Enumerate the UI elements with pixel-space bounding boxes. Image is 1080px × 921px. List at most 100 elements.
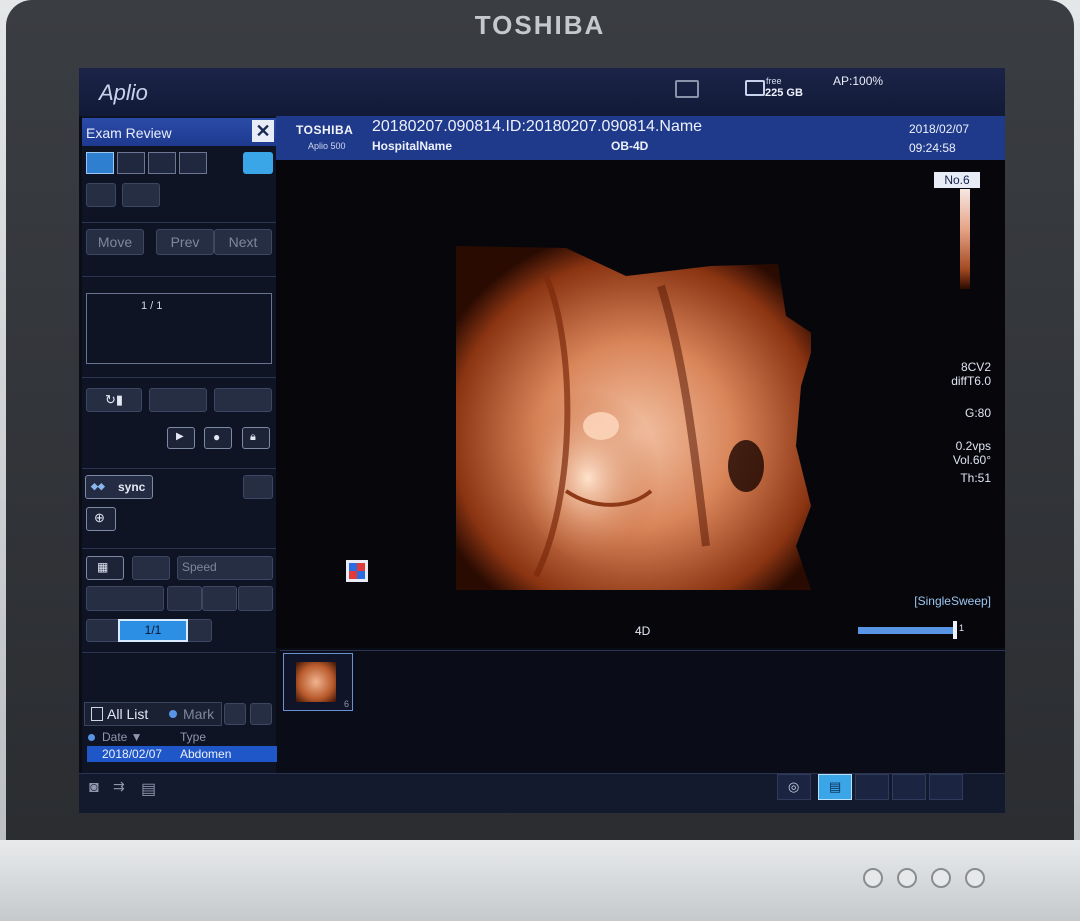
page-indicator: 1 / 1 (141, 300, 163, 312)
prev-button[interactable]: Prev (156, 229, 214, 255)
free-space-value: 225 GB (765, 87, 803, 99)
blank-button-4[interactable] (214, 388, 272, 412)
close-icon: ✕ (255, 121, 271, 141)
speed-button[interactable]: Speed (177, 556, 273, 580)
play-clip-button[interactable]: ▶ (167, 427, 195, 449)
blank-button-9[interactable] (202, 586, 237, 611)
list-scroll-up[interactable] (224, 703, 246, 725)
blank-button-1[interactable] (86, 183, 116, 207)
lock-button[interactable]: 🔒︎ (242, 427, 270, 449)
probe-type: 8CV2 (960, 360, 991, 374)
close-button[interactable]: ✕ (252, 120, 274, 142)
sync-label: sync (118, 480, 146, 494)
timer-icon: ◎ (788, 779, 800, 794)
thumbnail-strip: 6 (280, 650, 1005, 774)
mode-label: 4D (635, 624, 651, 638)
bottom-button-1[interactable]: ◎ (777, 774, 811, 800)
blank-button-10[interactable] (238, 586, 273, 611)
orientation-icon (346, 560, 368, 582)
blank-button-7[interactable] (86, 586, 164, 611)
sweep-mode: [SingleSweep] (914, 594, 991, 608)
rotate-icon: ↻▮ (104, 392, 124, 407)
table-row[interactable]: 2018/02/07 Abdomen (87, 746, 277, 762)
all-list-tab[interactable]: All List (107, 706, 148, 722)
move-button[interactable]: Move (86, 229, 144, 255)
blank-button-8[interactable] (167, 586, 202, 611)
next-button[interactable]: Next (214, 229, 272, 255)
screen: Aplio free 225 GB AP:100% Exam Review ✕ … (79, 68, 1005, 813)
mark-tab[interactable]: Mark (183, 706, 214, 722)
header-logo: TOSHIBA (296, 123, 354, 137)
bottom-button-3[interactable] (855, 774, 889, 800)
row-type: Abdomen (180, 747, 232, 761)
list-icon (91, 707, 103, 721)
cine-slider-end: 1 (959, 623, 965, 633)
thumbnail-index: 6 (343, 699, 349, 709)
layout-2x2-button[interactable] (148, 152, 176, 174)
layout-1x2-button[interactable] (117, 152, 145, 174)
camera-icon[interactable]: ◙ (89, 779, 99, 797)
film-button[interactable]: ▦ (86, 556, 124, 580)
film-icon: ▦ (97, 560, 109, 574)
exam-id: 20180207.090814.ID:20180207.090814.Name (372, 118, 703, 135)
blank-button-5[interactable] (243, 475, 273, 499)
layout-grid-button[interactable] (179, 152, 207, 174)
bottom-button-4[interactable] (892, 774, 926, 800)
lock-icon: 🔒︎ (250, 431, 256, 443)
exam-header: TOSHIBA Aplio 500 20180207.090814.ID:201… (276, 116, 1005, 160)
date-dot-icon (88, 734, 95, 741)
brand-logo: TOSHIBA (474, 10, 606, 40)
exam-mode: OB-4D (611, 139, 649, 153)
disk-icon (745, 80, 765, 96)
col-date[interactable]: Date ▼ (102, 730, 143, 744)
sync-button[interactable]: ◆◆ sync (85, 475, 153, 499)
thickness: Th:51 (960, 471, 991, 485)
ultrasound-4d-render (456, 246, 811, 590)
thumbnail[interactable]: 6 (283, 653, 353, 711)
hardware-button-3[interactable] (931, 868, 951, 888)
page-box: 1 / 1 (86, 293, 272, 364)
cine-slider-thumb[interactable] (953, 621, 957, 639)
col-type[interactable]: Type (180, 730, 206, 744)
bottom-button-5[interactable] (929, 774, 963, 800)
record-button[interactable]: ● (204, 427, 232, 449)
row-date: 2018/02/07 (102, 747, 163, 761)
exam-review-header: Exam Review ✕ (82, 118, 276, 146)
volume-rate: 0.2vps (955, 439, 991, 453)
hospital-name: HospitalName (372, 139, 453, 153)
free-space-label: free (766, 76, 782, 86)
frequency: diffT6.0 (951, 374, 991, 388)
layout-1x1-button[interactable] (86, 152, 114, 174)
volume-angle: Vol.60° (952, 453, 991, 467)
hardware-button-1[interactable] (863, 868, 883, 888)
colorbar (960, 189, 970, 289)
mark-dot-icon (169, 710, 177, 718)
hardware-button-4[interactable] (965, 868, 985, 888)
zoom-button[interactable]: ⊕ (86, 507, 116, 531)
blank-button-6[interactable] (132, 556, 170, 580)
panel-title: Exam Review (86, 125, 172, 141)
exam-time: 09:24:58 (909, 141, 956, 155)
list-header: Date ▼ Type (88, 730, 276, 746)
sync-icon: ◆◆ (91, 481, 105, 491)
rotate-button[interactable]: ↻▮ (86, 388, 142, 412)
top-bar: Aplio free 225 GB AP:100% (79, 68, 1005, 116)
bottom-bar: ◙ ⇉ ▤ ◎ ▤ (79, 773, 1005, 813)
list-toggle: All List Mark (84, 702, 222, 726)
list-scroll-down[interactable] (250, 703, 272, 725)
cine-slider[interactable] (858, 627, 956, 634)
bottom-button-2[interactable]: ▤ (818, 774, 852, 800)
blank-button-3[interactable] (149, 388, 207, 412)
hardware-button-2[interactable] (897, 868, 917, 888)
report-icon: ▤ (829, 779, 842, 794)
image-viewport[interactable]: No.6 8CV2 diffT6.0 G:80 0.2vps Vol.60° T… (276, 160, 1005, 648)
frame-counter[interactable]: 1/1 (118, 619, 188, 642)
print-icon[interactable]: ▤ (141, 779, 156, 799)
probe-view-button[interactable] (243, 152, 273, 174)
export-icon[interactable]: ⇉ (113, 778, 125, 795)
blank-button-2[interactable] (122, 183, 160, 207)
colorbar-label: No.6 (934, 172, 980, 188)
exam-review-panel: Exam Review ✕ Move Prev Next 1 / 1 ↻▮ ▶ … (82, 116, 277, 813)
exam-date: 2018/02/07 (909, 122, 970, 136)
gain: G:80 (964, 406, 991, 420)
